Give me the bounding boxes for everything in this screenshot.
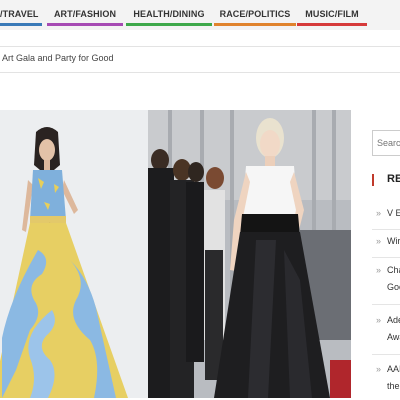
breadcrumb-current: Art Gala and Party for Good <box>2 53 114 63</box>
divider <box>372 354 400 355</box>
chevron-right-icon: » <box>376 265 382 275</box>
nav-item-label: HEALTH/DINING <box>133 9 205 19</box>
nav-item-travel[interactable]: /TRAVEL <box>0 0 42 26</box>
recent-post-title-line2: the <box>387 381 400 391</box>
recent-post-title: AAI <box>387 364 400 374</box>
recent-post-title: V E <box>387 208 400 218</box>
search-input[interactable] <box>372 130 400 156</box>
recent-post-title: Ade <box>387 315 400 325</box>
chevron-right-icon: » <box>376 236 382 246</box>
article-hero-image <box>0 110 351 398</box>
nav-underline <box>126 23 212 26</box>
recent-post-title: Cha <box>387 265 400 275</box>
nav-underline <box>47 23 123 26</box>
nav-underline <box>0 23 42 26</box>
nav-item-art-fashion[interactable]: ART/FASHION <box>47 0 123 26</box>
breadcrumb: Art Gala and Party for Good <box>0 46 400 73</box>
nav-item-label: /TRAVEL <box>0 9 39 19</box>
fashion-photo <box>0 110 351 398</box>
left-photo-model-gown <box>0 110 148 398</box>
nav-item-health-dining[interactable]: HEALTH/DINING <box>126 0 212 26</box>
section-title: RE <box>387 173 400 185</box>
right-photo-runway-model <box>148 110 351 398</box>
nav-item-music-film[interactable]: MUSIC/FILM <box>297 0 367 26</box>
nav-item-label: MUSIC/FILM <box>305 9 359 19</box>
section-accent-bar <box>372 174 374 186</box>
nav-item-race-politics[interactable]: RACE/POLITICS <box>214 0 296 26</box>
nav-underline <box>214 23 296 26</box>
chevron-right-icon: » <box>376 208 382 218</box>
divider <box>372 304 400 305</box>
nav-item-label: RACE/POLITICS <box>219 9 291 19</box>
top-navigation: /TRAVEL ART/FASHION HEALTH/DINING RACE/P… <box>0 0 400 30</box>
recent-post-title-line2: Awa <box>387 332 400 342</box>
nav-item-label: ART/FASHION <box>53 9 117 19</box>
sidebar: RE » V E » Wir » Cha Goo » Ade Awa » AAI… <box>372 110 400 400</box>
recent-post-title: Wir <box>387 236 400 246</box>
divider <box>372 229 400 230</box>
divider <box>372 257 400 258</box>
nav-underline <box>297 23 367 26</box>
recent-post-title-line2: Goo <box>387 282 400 292</box>
chevron-right-icon: » <box>376 364 382 374</box>
chevron-right-icon: » <box>376 315 382 325</box>
